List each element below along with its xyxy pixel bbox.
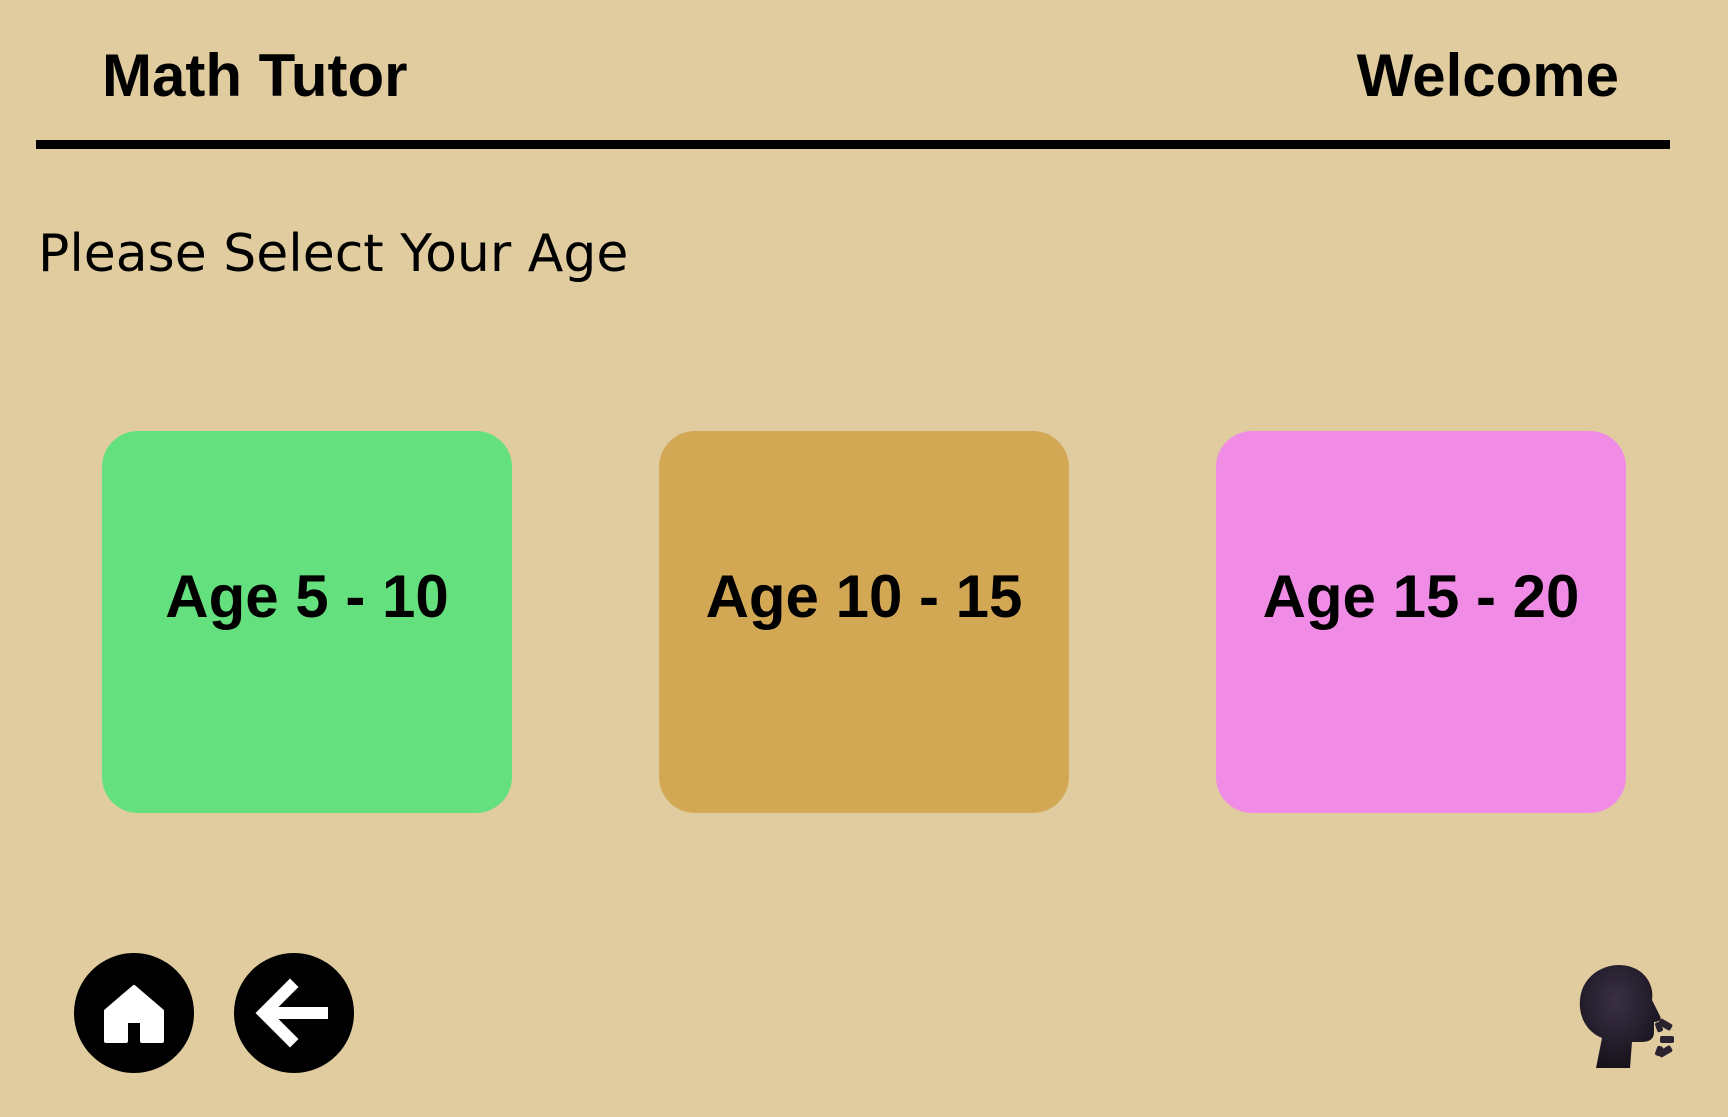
age-10-15-button[interactable]: Age 10 - 15 [659,431,1069,813]
age-5-10-label: Age 5 - 10 [165,563,449,630]
app-title: Math Tutor [102,42,408,109]
age-5-10-button[interactable]: Age 5 - 10 [102,431,512,813]
age-15-20-button[interactable]: Age 15 - 20 [1216,431,1626,813]
back-button[interactable] [234,953,354,1073]
welcome-text: Welcome [1356,42,1619,109]
home-icon [104,985,164,1043]
arrow-left-icon [255,978,328,1048]
age-10-15-label: Age 10 - 15 [705,563,1023,630]
age-prompt: Please Select Your Age [38,224,629,284]
read-aloud-button[interactable] [1568,960,1683,1070]
age-15-20-label: Age 15 - 20 [1262,563,1580,630]
header-divider [36,140,1670,149]
home-button[interactable] [74,953,194,1073]
speaking-head-icon [1579,964,1674,1068]
